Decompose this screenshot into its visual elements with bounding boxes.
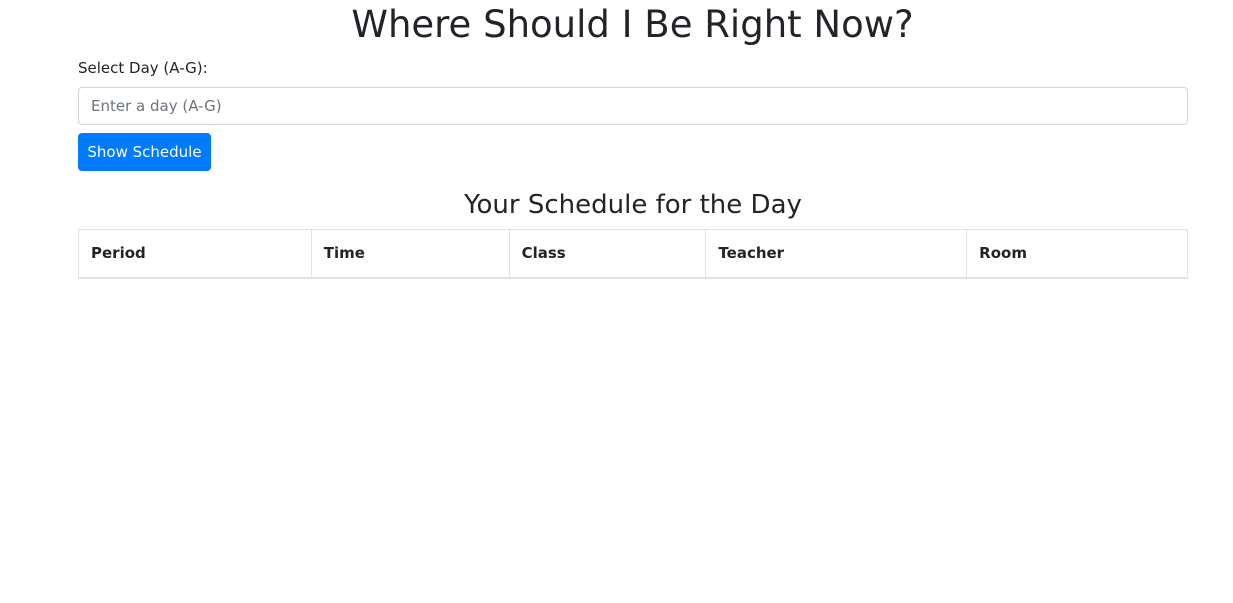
column-header-time: Time	[310, 229, 510, 279]
column-header-room: Room	[966, 229, 1188, 279]
column-header-teacher: Teacher	[705, 229, 968, 279]
header-row: Period Time Class Teacher Room	[78, 229, 1188, 279]
day-label: Select Day (A-G):	[78, 59, 208, 77]
column-header-period: Period	[78, 229, 312, 279]
schedule-table-header: Period Time Class Teacher Room	[78, 229, 1188, 279]
column-header-class: Class	[508, 229, 707, 279]
schedule-table: Period Time Class Teacher Room	[78, 229, 1188, 279]
page-title: Where Should I Be Right Now?	[351, 3, 914, 46]
schedule-heading: Your Schedule for the Day	[464, 190, 802, 220]
day-input[interactable]	[78, 87, 1188, 125]
show-schedule-button[interactable]: Show Schedule	[78, 133, 211, 171]
